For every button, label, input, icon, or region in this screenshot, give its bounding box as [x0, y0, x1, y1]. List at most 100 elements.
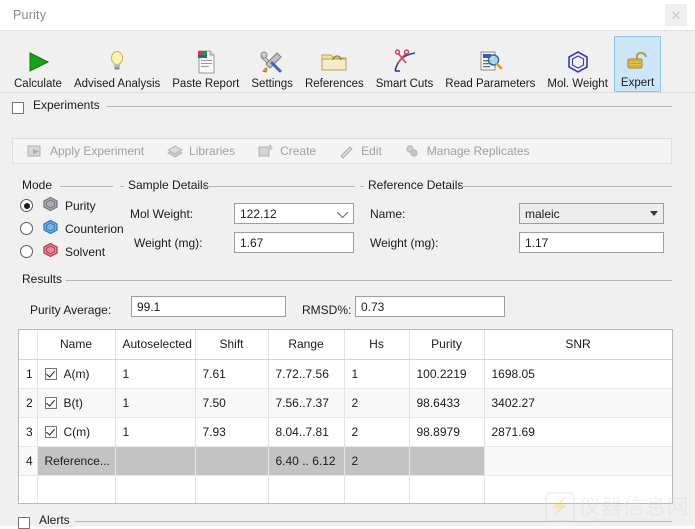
cell-snr[interactable]: 2871.69: [484, 417, 672, 446]
toolbar-button-expert[interactable]: Expert: [614, 36, 661, 92]
cell-range[interactable]: 8.04..7.81: [268, 417, 344, 446]
cell-empty: [344, 475, 409, 504]
cell-name[interactable]: B(t): [37, 388, 115, 417]
alerts-group: Alerts: [18, 514, 672, 528]
cell-shift[interactable]: 7.93: [195, 417, 268, 446]
toolbar-button-advised-analysis[interactable]: Advised Analysis: [68, 36, 166, 92]
group-divider: [360, 186, 364, 187]
exp-action-label: Apply Experiment: [50, 144, 144, 158]
toolbar-button-settings[interactable]: Settings: [245, 36, 299, 92]
alerts-checkbox[interactable]: [18, 517, 30, 529]
hexagon-outline-icon: [566, 47, 590, 77]
table-row[interactable]: 2 B(t) 1 7.50 7.56..7.37 2 98.6433 3402.…: [19, 388, 672, 417]
cell-name[interactable]: A(m): [37, 359, 115, 388]
cell-autoselected[interactable]: 1: [115, 417, 195, 446]
reference-name-combobox[interactable]: maleic: [519, 203, 664, 224]
row-checkbox[interactable]: [45, 397, 57, 409]
hexagon-red-icon: [42, 242, 59, 261]
cell-shift[interactable]: 7.50: [195, 388, 268, 417]
toolbar-label: Advised Analysis: [74, 78, 160, 90]
column-header-purity[interactable]: Purity: [409, 330, 484, 359]
row-index: 3: [19, 417, 37, 446]
row-index: 2: [19, 388, 37, 417]
cell-hs[interactable]: 2: [344, 446, 409, 475]
mode-label: Purity: [65, 199, 96, 213]
cell-range[interactable]: 6.40 .. 6.12: [268, 446, 344, 475]
hexagon-gray-icon: [42, 196, 59, 215]
replicates-icon: [404, 143, 422, 159]
row-checkbox[interactable]: [45, 368, 57, 380]
apply-experiment-button[interactable]: Apply Experiment: [27, 143, 144, 159]
cell-purity[interactable]: 98.8979: [409, 417, 484, 446]
cell-shift[interactable]: [195, 446, 268, 475]
reference-weight-input[interactable]: 1.17: [519, 232, 664, 253]
table-row[interactable]: 3 C(m) 1 7.93 8.04..7.81 2 98.8979 2871.…: [19, 417, 672, 446]
toolbar-button-calculate[interactable]: Calculate: [8, 36, 68, 92]
cell-autoselected[interactable]: 1: [115, 388, 195, 417]
column-header-hs[interactable]: Hs: [344, 330, 409, 359]
cell-hs[interactable]: 2: [344, 388, 409, 417]
toolbar-button-paste-report[interactable]: Paste Report: [166, 36, 245, 92]
paste-report-icon: [194, 47, 218, 77]
edit-button[interactable]: Edit: [338, 143, 382, 159]
cell-shift[interactable]: 7.61: [195, 359, 268, 388]
cell-snr[interactable]: 3402.27: [484, 388, 672, 417]
gold-lock-icon: [625, 46, 651, 76]
pencil-icon: [338, 143, 356, 159]
close-button[interactable]: ✕: [665, 4, 687, 26]
mode-option-counterion[interactable]: Counterion: [20, 219, 124, 238]
cell-name[interactable]: C(m): [37, 417, 115, 446]
manage-replicates-button[interactable]: Manage Replicates: [404, 143, 530, 159]
mode-group-title: Mode: [18, 178, 56, 192]
cell-purity[interactable]: 98.6433: [409, 388, 484, 417]
row-index: 4: [19, 446, 37, 475]
cell-snr[interactable]: [484, 446, 672, 475]
column-header-name[interactable]: Name: [37, 330, 115, 359]
experiments-checkbox[interactable]: [12, 102, 24, 114]
table-row-selected[interactable]: 4 Reference... 6.40 .. 6.12 2: [19, 446, 672, 475]
cell-autoselected[interactable]: 1: [115, 359, 195, 388]
group-divider: [66, 280, 672, 281]
create-button[interactable]: Create: [257, 143, 316, 159]
toolbar-button-read-parameters[interactable]: Read Parameters: [439, 36, 541, 92]
cell-hs[interactable]: 1: [344, 359, 409, 388]
toolbar-button-smart-cuts[interactable]: Smart Cuts: [370, 36, 440, 92]
column-header-shift[interactable]: Shift: [195, 330, 268, 359]
create-new-icon: [257, 143, 275, 159]
rmsd-label: RMSD%:: [302, 303, 351, 317]
rmsd-input[interactable]: 0.73: [355, 296, 505, 317]
cell-autoselected[interactable]: [115, 446, 195, 475]
table-row[interactable]: 1 A(m) 1 7.61 7.72..7.56 1 100.2219 1698…: [19, 359, 672, 388]
results-table[interactable]: Name Autoselected Shift Range Hs Purity …: [18, 329, 673, 504]
cell-purity[interactable]: 100.2219: [409, 359, 484, 388]
column-header-autoselected[interactable]: Autoselected: [115, 330, 195, 359]
scissors-curve-icon: [392, 47, 418, 77]
cell-name[interactable]: Reference...: [37, 446, 115, 475]
libraries-button[interactable]: Libraries: [166, 143, 235, 159]
cell-snr[interactable]: 1698.05: [484, 359, 672, 388]
cell-purity[interactable]: [409, 446, 484, 475]
column-header-range[interactable]: Range: [268, 330, 344, 359]
cell-empty: [37, 475, 115, 504]
group-divider: [120, 186, 124, 187]
column-header-rownum[interactable]: [19, 330, 37, 359]
column-header-snr[interactable]: SNR: [484, 330, 672, 359]
purity-average-input[interactable]: 99.1: [131, 296, 286, 317]
radio-counterion[interactable]: [20, 222, 33, 235]
cell-range[interactable]: 7.72..7.56: [268, 359, 344, 388]
radio-purity[interactable]: [20, 199, 33, 212]
radio-solvent[interactable]: [20, 245, 33, 258]
mode-option-solvent[interactable]: Solvent: [20, 242, 105, 261]
cell-range[interactable]: 7.56..7.37: [268, 388, 344, 417]
row-checkbox[interactable]: [45, 426, 57, 438]
cell-empty: [484, 475, 672, 504]
toolbar-label: Calculate: [14, 78, 62, 90]
mol-weight-combobox[interactable]: 122.12: [234, 203, 354, 224]
toolbar-button-mol-weight[interactable]: Mol. Weight: [541, 36, 614, 92]
exp-action-label: Manage Replicates: [427, 144, 530, 158]
mode-option-purity[interactable]: Purity: [20, 196, 96, 215]
cell-hs[interactable]: 2: [344, 417, 409, 446]
sample-weight-input[interactable]: 1.67: [234, 232, 354, 253]
toolbar-button-references[interactable]: References: [299, 36, 370, 92]
main-toolbar: Calculate Advised Analysis: [0, 31, 695, 93]
